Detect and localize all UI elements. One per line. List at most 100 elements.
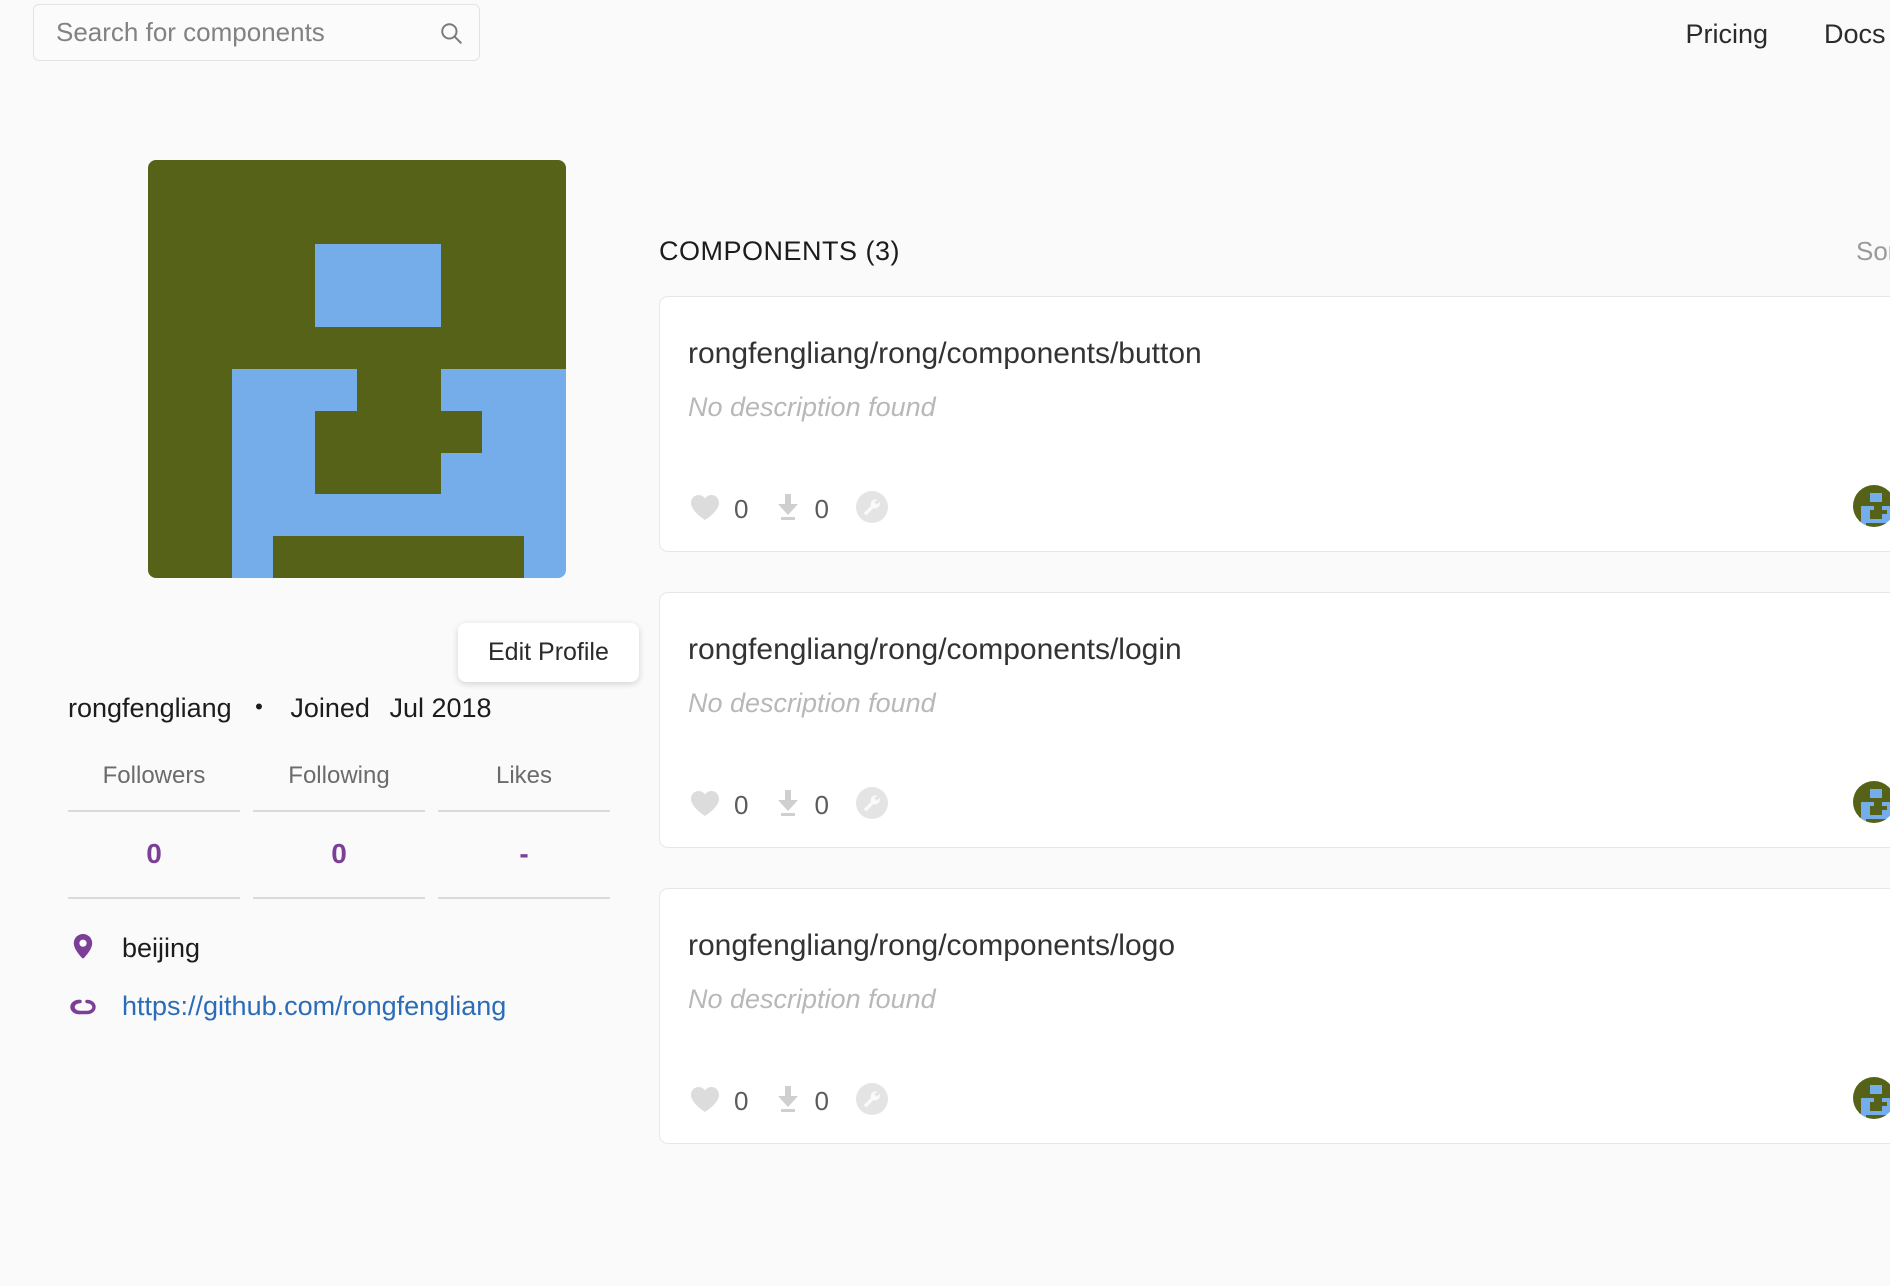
component-card[interactable]: rongfengliang/rong/components/login No d… — [659, 592, 1890, 848]
wrench-circle-icon[interactable] — [855, 786, 889, 825]
identicon-cell — [1857, 522, 1862, 527]
location-row: beijing — [68, 933, 200, 964]
downloads-group[interactable]: 0 — [748, 493, 829, 526]
identicon-cell — [524, 410, 566, 453]
avatar[interactable] — [148, 160, 566, 578]
components-heading: COMPONENTS (3) — [659, 236, 901, 266]
identicon-cell — [356, 452, 399, 495]
download-icon[interactable] — [774, 493, 802, 526]
stat-following-value: 0 — [253, 812, 425, 899]
identicon-cell — [356, 536, 399, 578]
component-title[interactable]: rongfengliang/rong/components/button — [688, 337, 1202, 371]
edit-profile-button[interactable]: Edit Profile — [458, 623, 639, 682]
identicon-cell — [315, 410, 357, 453]
wrench-circle-icon[interactable] — [855, 490, 889, 529]
likes-group[interactable]: 0 — [690, 1086, 748, 1118]
separator-dot: • — [255, 694, 263, 719]
sort-by-label: Sort by — [1856, 236, 1890, 266]
nav-item-docs-clipped[interactable]: Docs — [1824, 19, 1890, 50]
identicon-cell — [356, 285, 399, 328]
joined-label: Joined — [290, 693, 370, 723]
identicon-cell — [189, 368, 232, 411]
profile-link[interactable]: https://github.com/rongfengliang — [122, 991, 506, 1022]
downloads-group[interactable]: 0 — [748, 789, 829, 822]
component-description: No description found — [688, 984, 936, 1014]
search-box[interactable] — [33, 4, 480, 61]
heart-icon[interactable] — [690, 494, 720, 526]
identicon-cell — [231, 201, 274, 244]
identicon-cell — [1853, 485, 1858, 490]
stat-likes-label: Likes — [438, 762, 610, 812]
identicon-cell — [148, 285, 190, 328]
identicon-cell — [440, 536, 483, 578]
stat-followers[interactable]: Followers 0 — [68, 762, 240, 899]
likes-group[interactable]: 0 — [690, 494, 748, 526]
component-card[interactable]: rongfengliang/rong/components/logo No de… — [659, 888, 1890, 1144]
identicon-cell — [482, 368, 525, 411]
search-input[interactable] — [34, 17, 423, 48]
identicon-cell — [524, 368, 566, 411]
identicon-cell — [1853, 1114, 1858, 1119]
heart-icon[interactable] — [690, 790, 720, 822]
user-info-line: rongfengliang • Joined Jul 2018 — [68, 693, 492, 724]
identicon-cell — [315, 285, 357, 328]
identicon-cell — [356, 327, 399, 369]
identicon-cell — [482, 285, 525, 328]
identicon-cell — [148, 368, 190, 411]
downloads-group[interactable]: 0 — [748, 1085, 829, 1118]
identicon-cell — [1853, 814, 1858, 819]
stat-followers-label: Followers — [68, 762, 240, 812]
identicon-cell — [273, 201, 316, 244]
identicon-cell — [1853, 522, 1858, 527]
stat-followers-value: 0 — [68, 812, 240, 899]
identicon-cell — [524, 201, 566, 244]
identicon-cell — [1853, 818, 1858, 823]
identicon-cell — [189, 285, 232, 328]
likes-count: 0 — [734, 790, 749, 820]
stat-likes[interactable]: Likes - — [438, 762, 610, 899]
identicon-cell — [1853, 518, 1858, 523]
identicon-cell — [440, 160, 483, 202]
owner-avatar[interactable] — [1853, 1077, 1890, 1119]
heart-icon[interactable] — [690, 1086, 720, 1118]
identicon-cell — [189, 536, 232, 578]
download-icon[interactable] — [774, 1085, 802, 1118]
identicon-cell — [231, 368, 274, 411]
identicon-cell — [273, 368, 316, 411]
identicon-cell — [1853, 1110, 1858, 1115]
wrench-circle-icon[interactable] — [855, 1082, 889, 1121]
identicon-cell — [440, 285, 483, 328]
component-title[interactable]: rongfengliang/rong/components/logo — [688, 929, 1175, 963]
likes-count: 0 — [734, 494, 749, 524]
identicon-cell — [398, 368, 441, 411]
map-pin-icon — [68, 933, 98, 964]
identicon-cell — [482, 160, 525, 202]
identicon-cell — [356, 160, 399, 202]
nav-item-pricing[interactable]: Pricing — [1685, 19, 1768, 50]
identicon-cell — [148, 160, 190, 202]
nav-item-docs-label[interactable]: Docs — [1824, 19, 1886, 49]
identicon-cell — [356, 243, 399, 286]
download-icon[interactable] — [774, 789, 802, 822]
identicon-cell — [356, 410, 399, 453]
identicon-cell — [482, 243, 525, 286]
likes-group[interactable]: 0 — [690, 790, 748, 822]
identicon-cell — [315, 243, 357, 286]
identicon-cell — [189, 201, 232, 244]
stat-following[interactable]: Following 0 — [253, 762, 425, 899]
component-card-footer: 0 0 — [690, 1082, 889, 1121]
sort-by-control[interactable]: Sort by — [1856, 236, 1890, 267]
identicon-cell — [148, 201, 190, 244]
owner-avatar[interactable] — [1853, 781, 1890, 823]
identicon-cell — [356, 201, 399, 244]
search-icon[interactable] — [423, 5, 479, 60]
component-description: No description found — [688, 688, 936, 718]
identicon-cell — [1853, 781, 1858, 786]
component-card[interactable]: rongfengliang/rong/components/button No … — [659, 296, 1890, 552]
identicon-cell — [482, 327, 525, 369]
owner-avatar[interactable] — [1853, 485, 1890, 527]
identicon-cell — [524, 285, 566, 328]
component-title[interactable]: rongfengliang/rong/components/login — [688, 633, 1182, 667]
identicon-cell — [440, 368, 483, 411]
identicon-cell — [1886, 485, 1890, 490]
